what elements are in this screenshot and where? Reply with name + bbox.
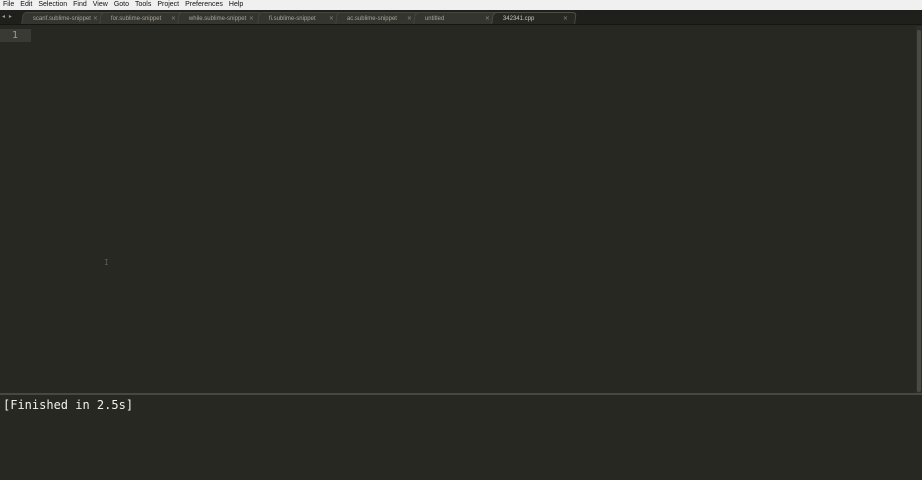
tab-label: for.sublime-snippet [110, 16, 162, 22]
build-output-text: [Finished in 2.5s] [3, 398, 134, 412]
close-icon[interactable]: × [329, 14, 334, 24]
tab-fi-snippet[interactable]: fi.sublime-snippet × [257, 12, 343, 24]
tab-label: while.sublime-snippet [188, 16, 247, 22]
tab-scroll-arrows-icon[interactable]: ◂ ▸ [2, 13, 13, 20]
close-icon[interactable]: × [93, 14, 98, 24]
tab-label: 342341.cpp [502, 16, 535, 22]
menu-help[interactable]: Help [229, 0, 243, 10]
close-icon[interactable]: × [563, 14, 568, 24]
close-icon[interactable]: × [407, 14, 412, 24]
ibeam-cursor-icon: I [104, 258, 109, 267]
tab-ac-snippet[interactable]: ac.sublime-snippet × [335, 12, 421, 24]
menu-goto[interactable]: Goto [114, 0, 129, 10]
tab-label: ac.sublime-snippet [346, 16, 397, 22]
menu-preferences[interactable]: Preferences [185, 0, 223, 10]
menu-find[interactable]: Find [73, 0, 87, 10]
editor-text-area[interactable]: 1 I [0, 26, 916, 393]
tab-label: fi.sublime-snippet [268, 16, 316, 22]
line-number: 1 [12, 30, 19, 41]
tab-for-snippet[interactable]: for.sublime-snippet × [99, 12, 185, 24]
tab-label: scanf.sublime-snippet [32, 16, 91, 22]
menu-project[interactable]: Project [157, 0, 179, 10]
menu-bar: File Edit Selection Find View Goto Tools… [0, 0, 922, 10]
tab-342341-cpp[interactable]: 342341.cpp × [491, 12, 577, 24]
menu-selection[interactable]: Selection [38, 0, 67, 10]
tab-label: untitled [424, 16, 445, 22]
tab-while-snippet[interactable]: while.sublime-snippet × [177, 12, 263, 24]
tab-strip: ◂ ▸ scanf.sublime-snippet × for.sublime-… [0, 10, 922, 25]
menu-view[interactable]: View [93, 0, 108, 10]
vertical-scrollbar[interactable] [916, 26, 922, 393]
tab-scanf-snippet[interactable]: scanf.sublime-snippet × [21, 12, 107, 24]
close-icon[interactable]: × [171, 14, 176, 24]
menu-tools[interactable]: Tools [135, 0, 151, 10]
tab-untitled[interactable]: untitled × [413, 12, 499, 24]
scrollbar-thumb[interactable] [917, 30, 921, 392]
menu-edit[interactable]: Edit [20, 0, 32, 10]
menu-file[interactable]: File [3, 0, 14, 10]
close-icon[interactable]: × [249, 14, 254, 24]
close-icon[interactable]: × [485, 14, 490, 24]
sublime-text-window: File Edit Selection Find View Goto Tools… [0, 0, 922, 480]
build-output-panel[interactable]: [Finished in 2.5s] [0, 395, 922, 480]
